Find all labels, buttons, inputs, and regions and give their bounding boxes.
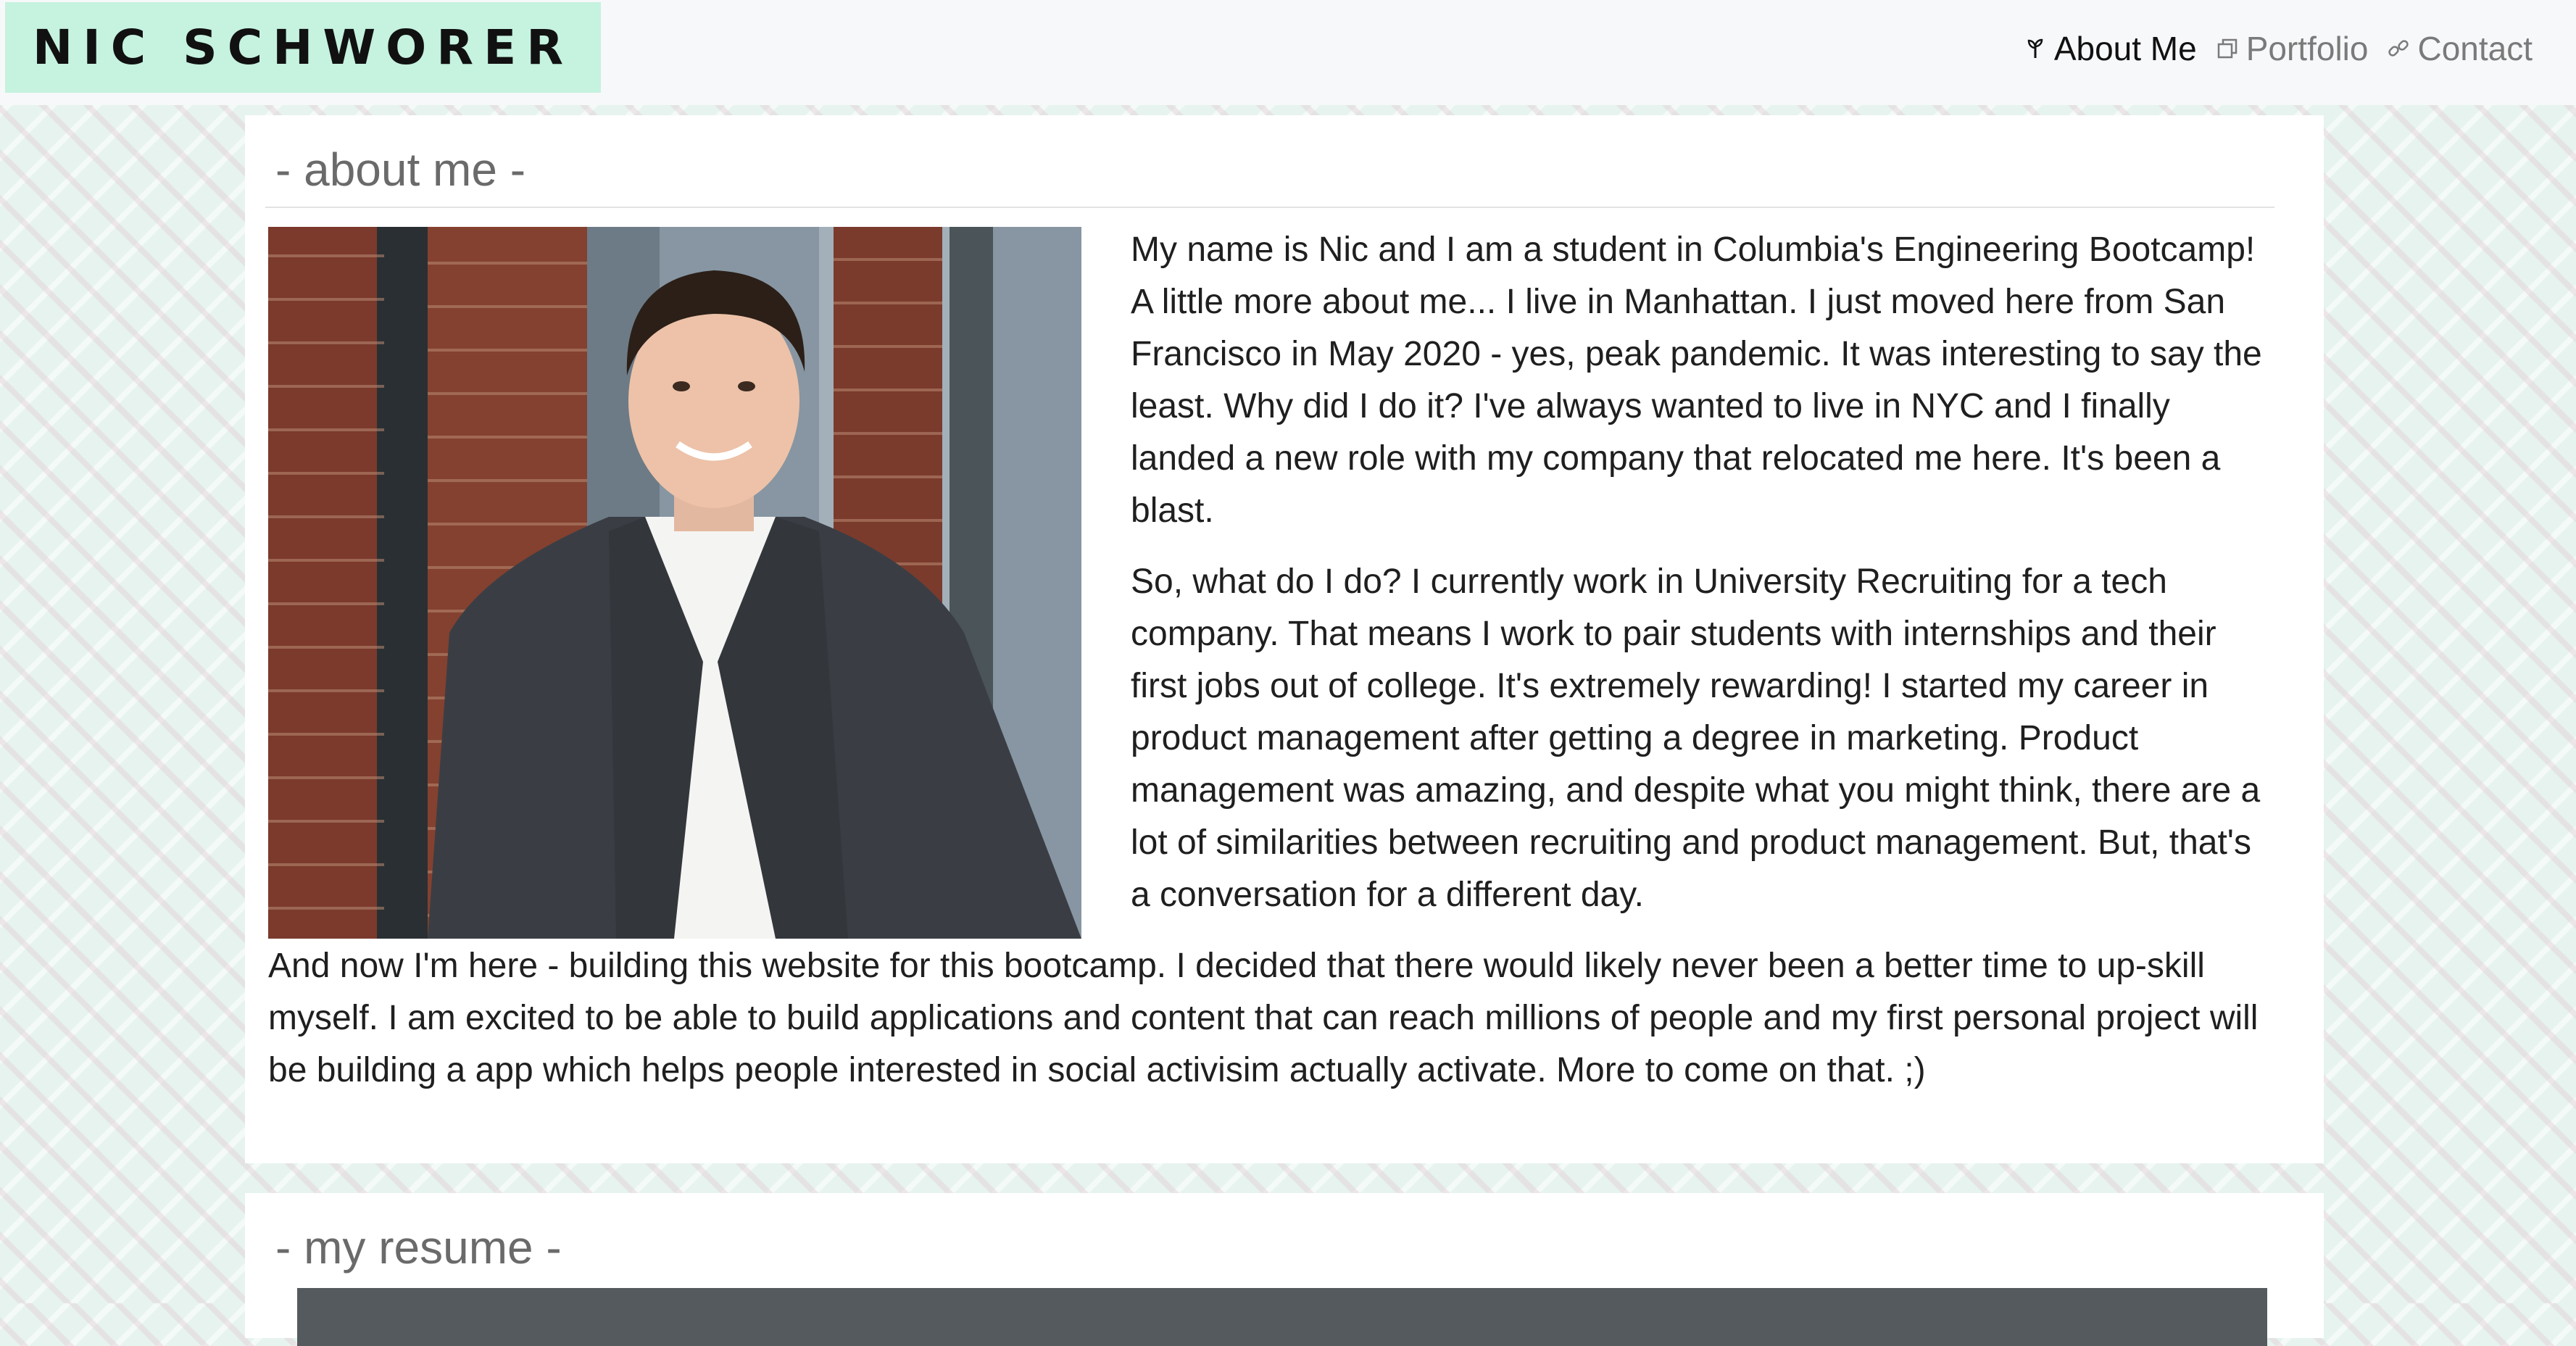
nav-label: Contact (2417, 30, 2533, 67)
navbar: NIC SCHWORER About Me Portfolio Contact (0, 0, 2576, 105)
link-icon (2387, 37, 2410, 60)
copy-icon (2216, 37, 2239, 60)
nav-about-me[interactable]: About Me (2024, 29, 2197, 68)
about-section: - about me - My name is Nic and I am a s… (245, 115, 2324, 1163)
nav-label: About Me (2053, 30, 2197, 67)
nav-label: Portfolio (2245, 30, 2369, 67)
section-divider (265, 207, 2274, 208)
about-title: - about me - (275, 144, 526, 196)
photo-spacer (268, 224, 1131, 940)
resume-embed[interactable] (297, 1288, 2267, 1346)
seedling-icon (2024, 37, 2047, 60)
about-body: My name is Nic and I am a student in Col… (268, 224, 2274, 1116)
nav-contact[interactable]: Contact (2387, 29, 2533, 68)
nav-portfolio[interactable]: Portfolio (2216, 29, 2369, 68)
about-paragraph: And now I'm here - building this website… (268, 947, 2259, 1089)
resume-title: - my resume - (275, 1221, 562, 1274)
brand-logo[interactable]: NIC SCHWORER (5, 2, 601, 93)
main-nav: About Me Portfolio Contact (2024, 0, 2533, 97)
resume-section: - my resume - (245, 1193, 2324, 1346)
